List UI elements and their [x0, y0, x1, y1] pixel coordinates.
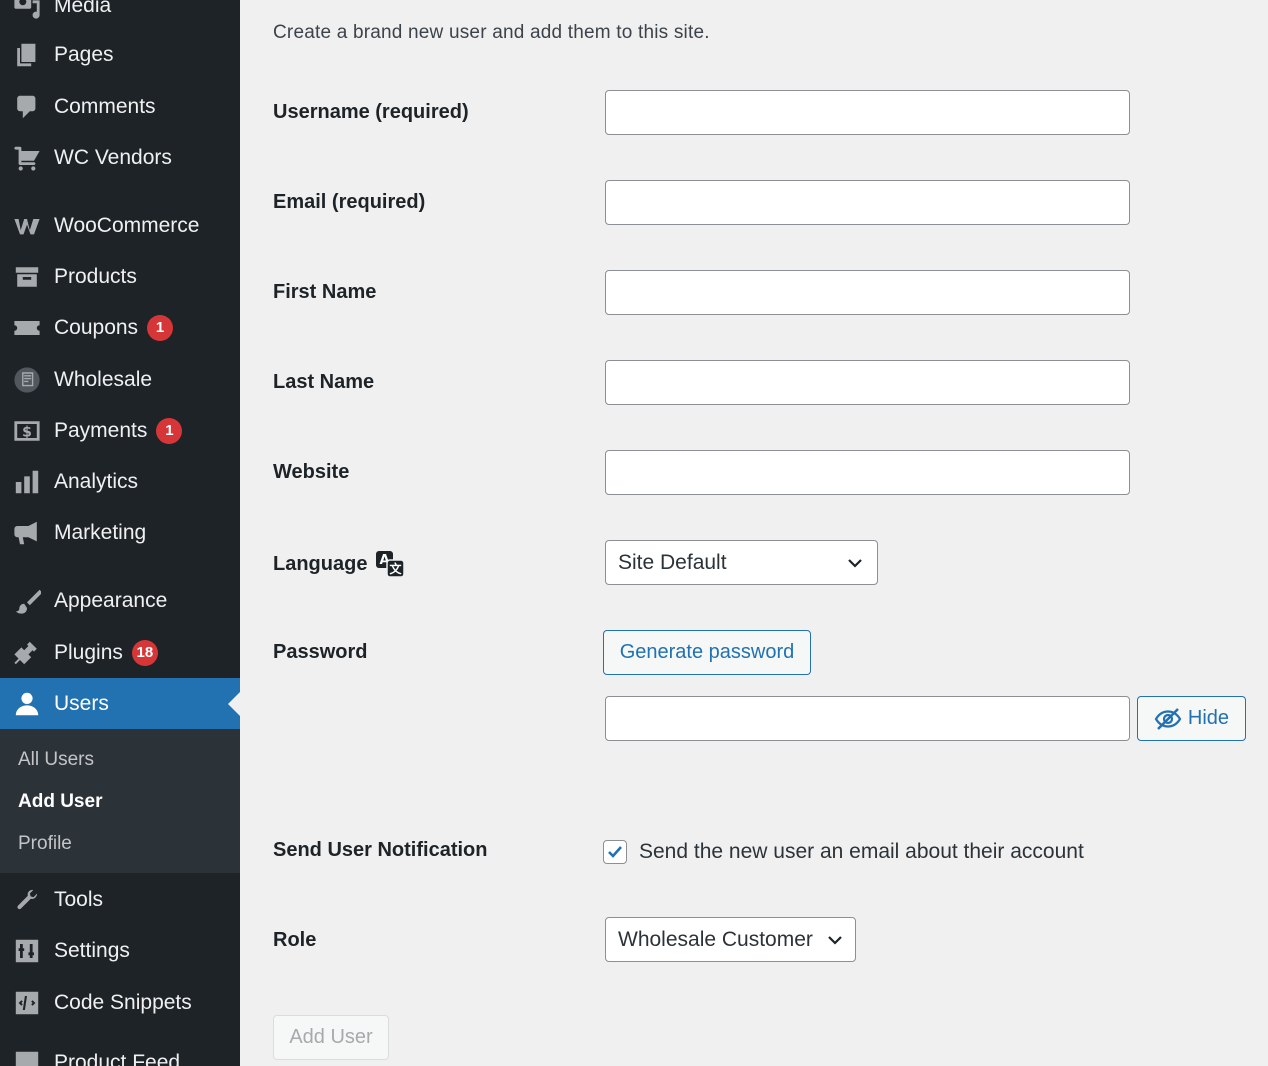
website-label: Website	[273, 461, 350, 483]
update-count-badge: 18	[131, 639, 158, 666]
chevron-down-icon	[848, 559, 862, 568]
update-count-badge: 1	[156, 417, 183, 444]
ticket-icon	[0, 302, 54, 353]
sidebar-item-label: Users	[54, 691, 109, 715]
sidebar-item-label: Media	[54, 0, 112, 17]
sidebar-item-comments[interactable]: Comments	[0, 81, 240, 132]
submenu-item-add-user[interactable]: Add User	[18, 791, 102, 813]
plugin-icon	[0, 627, 54, 678]
sidebar-item-users[interactable]: Users	[0, 678, 240, 729]
sidebar-item-plugins[interactable]: Plugins 18	[0, 627, 240, 678]
sidebar-item-label: Code Snippets	[54, 990, 192, 1014]
language-select-value: Site Default	[618, 550, 727, 574]
sidebar-item-label: Coupons	[54, 315, 139, 339]
paintbrush-icon	[0, 575, 54, 626]
sidebar-item-label: Wholesale	[54, 367, 153, 391]
cart-icon	[0, 132, 54, 183]
submenu-item-all-users[interactable]: All Users	[18, 749, 94, 771]
admin-sidebar: Media Pages Comments WC Vendors WooComme…	[0, 0, 240, 1066]
first-name-label: First Name	[273, 281, 377, 303]
email-label: Email (required)	[273, 191, 426, 213]
hide-button-label: Hide	[1187, 707, 1230, 729]
notification-label: Send User Notification	[273, 839, 488, 861]
pages-icon	[0, 29, 54, 80]
sidebar-item-product-feed[interactable]: Product Feed	[0, 1037, 240, 1066]
sidebar-item-analytics[interactable]: Analytics	[0, 456, 240, 507]
checkmark-icon	[608, 846, 622, 858]
analytics-icon	[0, 456, 54, 507]
add-user-submit-button[interactable]: Add User	[273, 1015, 389, 1060]
users-icon	[0, 678, 54, 729]
language-label: Language	[273, 552, 368, 575]
role-select[interactable]: Wholesale Customer	[605, 917, 856, 962]
password-label: Password	[273, 641, 368, 663]
media-icon	[0, 0, 54, 31]
language-label-row: Language A 文	[273, 550, 406, 578]
sidebar-item-label: Pages	[54, 42, 114, 66]
code-icon	[0, 977, 54, 1028]
sidebar-item-marketing[interactable]: Marketing	[0, 507, 240, 558]
feed-icon	[0, 1037, 54, 1066]
wholesale-icon	[0, 354, 54, 405]
eye-slash-icon	[1154, 707, 1182, 730]
wrench-icon	[0, 874, 54, 925]
page-description: Create a brand new user and add them to …	[273, 22, 710, 43]
svg-text:$: $	[22, 424, 32, 440]
notification-checkbox[interactable]	[603, 840, 627, 864]
last-name-label: Last Name	[273, 371, 375, 393]
sidebar-item-label: Tools	[54, 887, 104, 911]
sidebar-item-products[interactable]: Products	[0, 251, 240, 302]
email-input[interactable]	[605, 180, 1130, 225]
sidebar-item-code-snippets[interactable]: Code Snippets	[0, 977, 240, 1028]
sidebar-item-label: Comments	[54, 94, 156, 118]
users-submenu: All Users Add User Profile	[0, 729, 240, 873]
sidebar-item-label: Settings	[54, 938, 130, 962]
sidebar-item-woocommerce[interactable]: WooCommerce	[0, 200, 240, 251]
woocommerce-icon	[0, 200, 54, 251]
sidebar-item-label: WC Vendors	[54, 145, 172, 169]
sidebar-item-label: Products	[54, 264, 137, 288]
submenu-item-profile[interactable]: Profile	[18, 833, 72, 855]
main-content: Create a brand new user and add them to …	[240, 0, 1268, 1066]
role-label: Role	[273, 929, 317, 951]
username-label: Username (required)	[273, 101, 469, 123]
sidebar-item-wholesale[interactable]: Wholesale	[0, 354, 240, 405]
password-input[interactable]	[605, 696, 1130, 741]
sidebar-item-coupons[interactable]: Coupons 1	[0, 302, 240, 353]
sidebar-item-appearance[interactable]: Appearance	[0, 575, 240, 626]
notification-checkbox-label[interactable]: Send the new user an email about their a…	[639, 840, 1084, 864]
sidebar-item-label: Product Feed	[54, 1050, 181, 1066]
settings-icon	[0, 925, 54, 976]
hide-password-button[interactable]: Hide	[1137, 696, 1246, 741]
sidebar-item-payments[interactable]: $ Payments 1	[0, 405, 240, 456]
first-name-input[interactable]	[605, 270, 1130, 315]
sidebar-item-pages[interactable]: Pages	[0, 29, 240, 80]
website-input[interactable]	[605, 450, 1130, 495]
sidebar-item-wc-vendors[interactable]: WC Vendors	[0, 132, 240, 183]
translation-icon: A 文	[375, 550, 406, 578]
sidebar-item-media[interactable]: Media	[0, 0, 240, 31]
role-select-value: Wholesale Customer	[618, 927, 813, 951]
generate-password-button[interactable]: Generate password	[603, 630, 811, 675]
archive-icon	[0, 251, 54, 302]
update-count-badge: 1	[147, 314, 174, 341]
megaphone-icon	[0, 507, 54, 558]
sidebar-item-settings[interactable]: Settings	[0, 925, 240, 976]
sidebar-item-label: Payments	[54, 418, 148, 442]
svg-text:文: 文	[390, 561, 403, 576]
sidebar-item-label: Analytics	[54, 469, 139, 493]
sidebar-item-label: Marketing	[54, 520, 147, 544]
sidebar-item-tools[interactable]: Tools	[0, 874, 240, 925]
username-input[interactable]	[605, 90, 1130, 135]
payments-icon: $	[0, 405, 54, 456]
sidebar-item-label: WooCommerce	[54, 213, 200, 237]
chevron-down-icon	[828, 936, 842, 945]
sidebar-item-label: Appearance	[54, 588, 168, 612]
last-name-input[interactable]	[605, 360, 1130, 405]
comments-icon	[0, 81, 54, 132]
sidebar-item-label: Plugins	[54, 640, 123, 664]
language-select[interactable]: Site Default	[605, 540, 878, 585]
